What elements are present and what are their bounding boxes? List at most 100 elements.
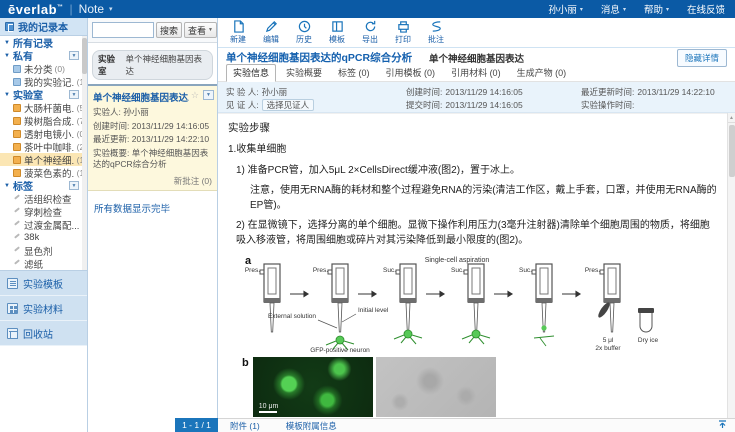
annotate-button[interactable]: 批注: [428, 20, 444, 45]
template-button[interactable]: 模板: [329, 20, 345, 45]
history-button[interactable]: 历史: [296, 20, 312, 45]
info-owner: 实 验 人: 孙小丽: [226, 86, 406, 98]
nav-recycle-bin[interactable]: 回收站: [0, 321, 87, 346]
hide-details-button[interactable]: 隐藏详情: [677, 49, 727, 67]
logo-divider: |: [70, 2, 73, 16]
experiment-card-selected[interactable]: 单个神经细胞基因表达... ☆ ▼ 实验人: 孙小丽 创建时间: 2013/11…: [88, 84, 217, 191]
main-toolbar: 新建 编辑 历史 模板 导出 打印 批注: [218, 18, 735, 48]
card-annotations-count[interactable]: 新批注 (0): [93, 175, 212, 187]
chevron-down-icon: ▾: [666, 6, 669, 13]
printer-icon: [397, 20, 410, 33]
template-icon: [331, 20, 344, 33]
tab-referenced-materials[interactable]: 引用材料 (0): [445, 65, 507, 81]
step1-note: 注意，使用无RNA酶的耗材和整个过程避免RNA的污染(清洁工作区，戴上手套，口罩…: [228, 184, 719, 213]
experiment-title: 单个神经细胞基因表达的qPCR综合分析: [226, 50, 412, 65]
section-dropdown-icon[interactable]: ▼: [69, 90, 79, 99]
edit-button[interactable]: 编辑: [263, 20, 279, 45]
tab-referenced-templates[interactable]: 引用模板 (0): [380, 65, 442, 81]
main-panel: 新建 编辑 历史 模板 导出 打印 批注 单个神经细胞基因表达的qPCR综合分析…: [218, 18, 735, 432]
tag-icon: [13, 195, 21, 203]
figure-panel-b: b 10 μm: [242, 357, 719, 418]
section-dropdown-icon[interactable]: ▼: [69, 181, 79, 190]
svg-text:Initial level: Initial level: [358, 307, 389, 314]
experiment-subtitle: 单个神经细胞基因表达: [429, 51, 524, 65]
nav-experiment-templates[interactable]: 实验模板: [0, 271, 87, 296]
sidebar-item-ecoli[interactable]: 大肠杆菌电...(5): [0, 101, 87, 114]
section-dropdown-icon[interactable]: ▼: [69, 51, 79, 60]
tag-item-biopsy[interactable]: 活组织检查: [0, 192, 87, 205]
section-private[interactable]: ▼ 私有 ▼: [0, 49, 87, 62]
tab-experiment-info[interactable]: 实验信息: [226, 64, 276, 82]
pagination[interactable]: 1 - 1 / 1: [175, 418, 218, 432]
messages-menu[interactable]: 消息▾: [601, 2, 626, 16]
info-witness: 见 证 人: 选择见证人: [226, 99, 406, 111]
user-menu[interactable]: 孙小丽▾: [548, 2, 583, 16]
svg-text:5 μl: 5 μl: [603, 337, 614, 344]
sidebar-item-uncategorized[interactable]: 未分类(0): [0, 62, 87, 75]
attachments-link[interactable]: 附件 (1): [230, 420, 260, 432]
tab-experiment-summary[interactable]: 实验概要: [280, 65, 328, 81]
collapse-to-top-icon[interactable]: [718, 420, 727, 431]
info-created: 创建时间: 2013/11/29 14:16:05: [406, 86, 581, 98]
scrollbar-thumb[interactable]: [729, 125, 735, 177]
card-dropdown-icon[interactable]: ▼: [203, 90, 214, 100]
new-document-icon: [232, 20, 245, 33]
new-button[interactable]: 新建: [230, 20, 246, 45]
svg-text:Dry ice: Dry ice: [638, 337, 659, 344]
experiment-info-panel: 实 验 人: 孙小丽 创建时间: 2013/11/29 14:16:05 最近更…: [218, 82, 735, 113]
tag-item-38k[interactable]: 38k: [0, 231, 87, 244]
card-created: 创建时间: 2013/11/29 14:16:05: [93, 121, 212, 132]
search-button[interactable]: 搜索: [156, 22, 182, 38]
online-feedback-link[interactable]: 在线反馈: [687, 2, 725, 16]
tag-item-puncture[interactable]: 穿刺检查: [0, 205, 87, 218]
scroll-up-icon[interactable]: ▲: [728, 113, 735, 123]
tab-tags[interactable]: 标签 (0): [332, 65, 376, 81]
top-bar: ēverlab™ | Note ▾ 孙小丽▾ 消息▾ 帮助▾ 在线反馈: [0, 0, 735, 18]
export-button[interactable]: 导出: [362, 20, 378, 45]
experiment-steps-content: 实验步骤 1.收集单细胞 1) 准备PCR管，加入5μL 2×CellsDire…: [218, 113, 735, 418]
notebook-icon: [5, 22, 14, 31]
content-scrollbar[interactable]: ▲: [727, 113, 735, 418]
product-name: Note: [79, 2, 104, 16]
dic-image-1: [376, 357, 496, 417]
sidebar-item-tem[interactable]: 透射电镜小...(0): [0, 127, 87, 140]
tag-item-chromogen[interactable]: 显色剂: [0, 244, 87, 257]
product-switcher-chevron-icon[interactable]: ▾: [109, 5, 113, 13]
template-attached-info-link[interactable]: 模板附属信息: [286, 420, 337, 432]
tag-item-transition-metal[interactable]: 过渡金属配...: [0, 218, 87, 231]
tab-generated-products[interactable]: 生成产物 (0): [511, 65, 573, 81]
nav-experiment-materials[interactable]: 实验材料: [0, 296, 87, 321]
sidebar-item-resin[interactable]: 羧树脂合成...(7): [0, 114, 87, 127]
section-lab[interactable]: ▼ 实验室 ▼: [0, 88, 87, 101]
search-input[interactable]: [92, 22, 154, 38]
sidebar-item-tea-caffeine[interactable]: 茶叶中咖啡...(2): [0, 140, 87, 153]
notebook-tree: ▼ 所有记录 ▼ 私有 ▼ 未分类(0) 我的实验记...(1) ▼ 实验室 ▼…: [0, 36, 87, 270]
sidebar: 我的记录本 ▼ 所有记录 ▼ 私有 ▼ 未分类(0) 我的实验记...(1) ▼…: [0, 18, 88, 432]
figure-panel-a: a Single-cell aspiration Pres. Pres. Suc…: [242, 254, 719, 357]
svg-text:Suc.: Suc.: [383, 267, 396, 274]
notebook-orange-icon: [13, 104, 21, 112]
section-tags[interactable]: ▼ 标签 ▼: [0, 179, 87, 192]
tag-item-filter-paper[interactable]: 滤纸: [0, 257, 87, 270]
expand-arrow-icon: ▼: [4, 40, 10, 46]
chevron-down-icon: ▼: [208, 27, 213, 33]
my-notebooks-header[interactable]: 我的记录本: [0, 18, 87, 36]
print-button[interactable]: 打印: [395, 20, 411, 45]
annotate-icon: [430, 20, 443, 33]
sidebar-item-single-neuron[interactable]: 单个神经细...(1): [0, 153, 87, 166]
svg-text:a: a: [245, 255, 252, 267]
select-witness-button[interactable]: 选择见证人: [262, 99, 315, 111]
svg-text:Single-cell aspiration: Single-cell aspiration: [425, 257, 490, 264]
star-icon[interactable]: ☆: [191, 90, 199, 101]
view-dropdown-button[interactable]: 查看▼: [184, 22, 217, 38]
expand-arrow-icon: ▼: [4, 183, 10, 189]
svg-text:Pres.: Pres.: [245, 267, 260, 274]
tag-icon: [13, 260, 21, 268]
help-menu[interactable]: 帮助▾: [644, 2, 669, 16]
card-title[interactable]: 单个神经细胞基因表达...: [93, 90, 189, 104]
sidebar-scrollbar[interactable]: [82, 36, 87, 270]
svg-text:Suc.: Suc.: [519, 267, 532, 274]
svg-text:External solution: External solution: [268, 313, 316, 320]
materials-icon: [7, 303, 18, 314]
svg-text:Pres.: Pres.: [313, 267, 328, 274]
